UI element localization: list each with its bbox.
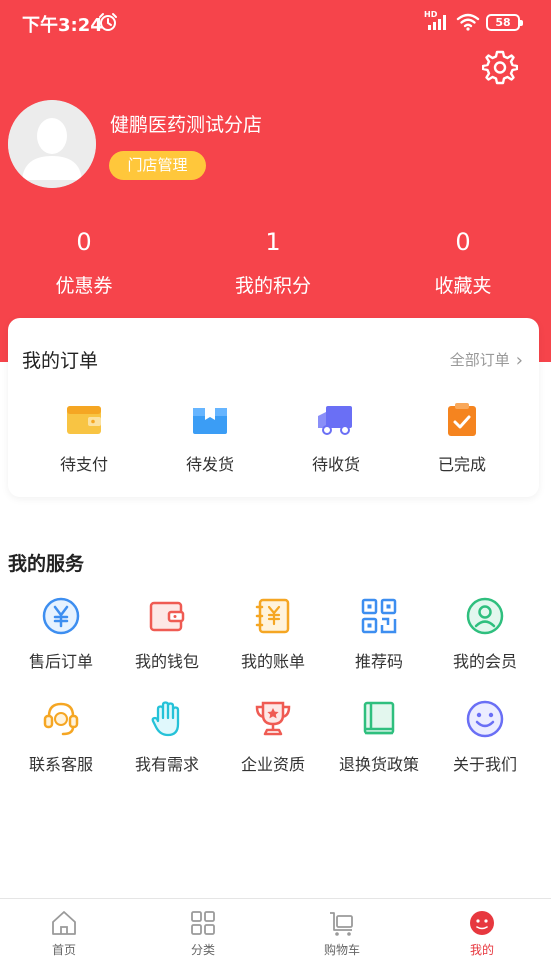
tab-cart[interactable]: 购物车 [282,909,402,958]
alarm-icon [99,13,117,31]
truck-icon [318,406,352,435]
smile-icon [466,700,504,738]
member-icon [466,597,504,635]
order-completed[interactable]: 已完成 [414,402,510,475]
all-orders-link[interactable]: 全部订单 › [450,349,523,371]
trophy-icon [255,701,291,736]
service-label: 我的钱包 [134,652,199,671]
profile-icon [470,911,494,935]
service-return-policy[interactable]: 退换货政策 [326,699,432,775]
service-label: 推荐码 [354,652,403,671]
order-item-label: 待收货 [311,455,360,474]
orders-card: 我的订单 全部订单 › 待支付 待发货 待收货 已完成 [8,318,539,497]
order-item-label: 待支付 [59,455,108,474]
signal-icon [428,15,446,30]
status-bar: 下午3:24 HD 58 [0,0,551,44]
store-name: 健鹏医药测试分店 [110,114,263,136]
stat-label: 优惠券 [55,275,113,297]
order-pending-payment[interactable]: 待支付 [36,402,132,475]
service-request[interactable]: 我有需求 [114,699,220,775]
default-avatar-icon [8,100,96,188]
service-label: 联系客服 [28,755,93,774]
profile-page: 下午3:24 HD 58 健鹏医药测试分店 门店管理 0 优惠券 1 我的积分 … [0,0,551,964]
tab-label: 分类 [190,943,215,957]
book-icon [363,701,395,735]
service-label: 售后订单 [28,652,93,671]
chevron-right-icon: › [515,350,523,371]
services-title: 我的服务 [8,553,85,575]
service-referral-code[interactable]: 推荐码 [326,596,432,672]
profile-header: 下午3:24 HD 58 健鹏医药测试分店 门店管理 0 优惠券 1 我的积分 … [0,0,551,362]
service-label: 我有需求 [134,755,199,774]
stat-favorites[interactable]: 0 收藏夹 [393,224,533,302]
service-qualifications[interactable]: 企业资质 [220,699,326,775]
service-membership[interactable]: 我的会员 [432,596,538,672]
clipboard-check-icon [448,403,476,436]
package-icon [193,408,227,434]
hand-icon [151,701,180,737]
all-orders-label: 全部订单 [449,351,510,369]
service-label: 我的会员 [452,652,517,671]
order-item-label: 待发货 [185,455,234,474]
service-label: 企业资质 [240,755,305,774]
orders-title: 我的订单 [22,350,99,372]
order-pending-receipt[interactable]: 待收货 [288,402,384,475]
tab-label: 首页 [51,943,76,957]
service-wallet[interactable]: 我的钱包 [114,596,220,672]
service-label: 我的账单 [240,652,305,671]
tab-label: 我的 [469,943,494,957]
qr-code-icon [361,598,397,634]
cart-icon [330,912,353,936]
stats-row: 0 优惠券 1 我的积分 0 收藏夹 [0,224,551,304]
stat-value: 1 [265,228,281,256]
stat-value: 0 [455,228,471,256]
gear-icon[interactable] [482,49,518,85]
stat-value: 0 [76,228,92,256]
tab-home[interactable]: 首页 [4,909,124,958]
bottom-tab-bar: 首页 分类 购物车 我的 [0,898,551,964]
stat-points[interactable]: 1 我的积分 [203,224,343,302]
battery-indicator: 58 [486,14,523,31]
store-manage-button[interactable]: 门店管理 [109,151,206,180]
wifi-icon [456,13,480,31]
service-label: 退换货政策 [338,755,419,774]
tab-mine[interactable]: 我的 [422,909,542,958]
service-after-sales[interactable]: 售后订单 [8,596,114,672]
stat-label: 我的积分 [234,275,311,297]
stat-coupons[interactable]: 0 优惠券 [14,224,154,302]
wallet-icon [149,601,185,632]
service-customer-support[interactable]: 联系客服 [8,699,114,775]
bill-icon [255,598,290,634]
order-pending-shipment[interactable]: 待发货 [162,402,258,475]
stat-label: 收藏夹 [434,275,492,297]
wallet-icon [67,406,101,434]
yen-circle-icon [42,597,80,635]
order-item-label: 已完成 [437,455,486,474]
tab-categories[interactable]: 分类 [143,909,263,958]
headset-icon [43,702,79,736]
grid-icon [191,911,215,935]
status-time: 下午3:24 [22,15,103,36]
tab-label: 购物车 [323,943,360,957]
service-label: 关于我们 [452,755,517,774]
service-about-us[interactable]: 关于我们 [432,699,538,775]
service-bills[interactable]: 我的账单 [220,596,326,672]
home-icon [52,911,76,935]
avatar[interactable] [8,100,96,188]
